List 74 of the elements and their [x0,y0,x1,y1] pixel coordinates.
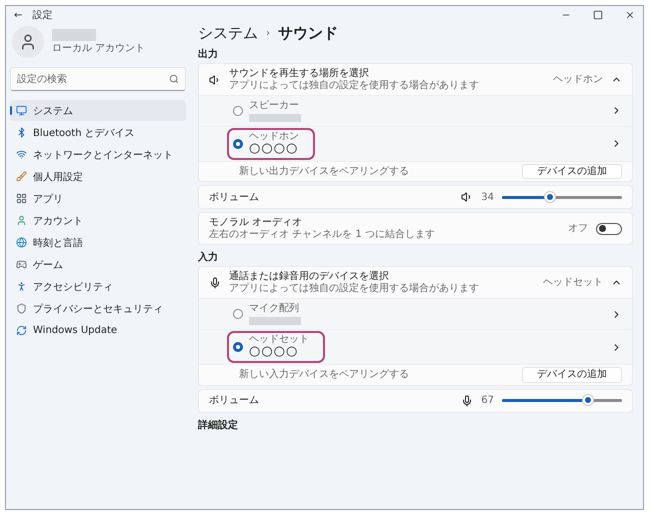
setting-subtitle: 左右のオーディオ チャンネルを 1 つに結合します [209,228,435,240]
sidebar-item[interactable]: アクセシビリティ [10,276,186,297]
sidebar-item[interactable]: 時刻と言語 [10,232,186,253]
current-device: ヘッドホン [553,74,603,86]
device-name: スピーカー [249,100,300,112]
volume-label: ボリューム [209,395,259,407]
device-row[interactable]: ヘッドセット ○○○○ [199,328,632,364]
device-detail: ○○○○ [249,142,299,157]
device-row[interactable]: マイク配列 [199,298,632,329]
bluetooth-icon [16,127,27,138]
pair-text: 新しい出力デバイスをペアリングする [239,166,409,178]
sidebar-item[interactable]: アプリ [10,188,186,209]
volume-label: ボリューム [209,192,259,204]
microphone-icon[interactable] [461,394,474,407]
radio-button[interactable] [233,138,243,149]
toggle-state: オフ [568,223,588,235]
setting-subtitle: アプリによっては独自の設定を使用する場合があります [229,80,479,91]
monitor-icon [16,105,27,116]
section-heading: 出力 [198,48,219,61]
sidebar-item[interactable]: ゲーム [10,254,186,275]
apps-icon [16,193,27,204]
device-name-placeholder [249,316,301,325]
person-icon [16,215,27,226]
device-name: マイク配列 [249,303,300,315]
speaker-icon [209,74,221,86]
brush-icon [16,171,27,182]
sidebar-item[interactable]: Windows Update [10,320,186,341]
person-icon [19,33,37,51]
search-field[interactable]: 設定の検索 [10,67,186,91]
section-heading: 入力 [198,250,219,264]
setting-subtitle: アプリによっては独自の設定を使用する場合があります [229,282,479,294]
device-row[interactable]: スピーカー [199,95,632,126]
add-device-button[interactable]: デバイスの追加 [522,367,622,383]
wifi-icon [16,149,27,160]
radio-button[interactable] [233,309,243,320]
maximize-icon[interactable] [593,10,603,20]
toggle-switch[interactable] [596,222,622,235]
device-name-placeholder [249,114,301,122]
volume-reading: 34 [481,192,494,204]
current-device: ヘッドセット [543,277,603,289]
sidebar-item[interactable]: プライバシーとセキュリティ [10,298,186,319]
device-detail: ○○○○ [249,345,300,360]
globe-icon [16,237,27,248]
update-icon [16,325,27,336]
close-icon[interactable] [625,10,635,20]
account-type: ローカル アカウント [52,42,146,55]
gamepad-icon [16,259,27,270]
microphone-icon [209,276,221,289]
volume-reading: 67 [481,395,494,407]
breadcrumb-parent[interactable]: システム [198,24,258,43]
sidebar-item[interactable]: システム [10,100,186,121]
search-icon [169,74,179,84]
setting-title: モノラル オーディオ [209,217,304,229]
back-button[interactable]: ← [14,10,22,20]
setting-title: サウンドを再生する場所を選択 [229,68,370,80]
device-row[interactable]: ヘッドホン ○○○○ [199,126,632,161]
sidebar-item[interactable]: Bluetooth とデバイス [10,122,186,143]
page-title: サウンド [278,24,338,43]
pair-text: 新しい入力デバイスをペアリングする [239,369,409,381]
window-title: 設定 [32,8,52,22]
sidebar-item[interactable]: アカウント [10,210,186,231]
breadcrumb-separator: › [266,28,270,39]
device-name: ヘッドホン [249,130,299,142]
device-name: ヘッドセット [249,334,309,346]
shield-icon [16,303,27,314]
user-name-placeholder [52,29,96,41]
section-heading: 詳細設定 [198,418,239,432]
radio-button[interactable] [233,106,243,116]
sidebar-item[interactable]: 個人用設定 [10,166,186,187]
sidebar-item[interactable]: ネットワークとインターネット [10,144,186,165]
accessibility-icon [16,281,27,292]
add-device-button[interactable]: デバイスの追加 [522,164,622,180]
radio-button[interactable] [233,342,243,352]
setting-title: 通話または録音用のデバイスを選択 [229,271,390,282]
